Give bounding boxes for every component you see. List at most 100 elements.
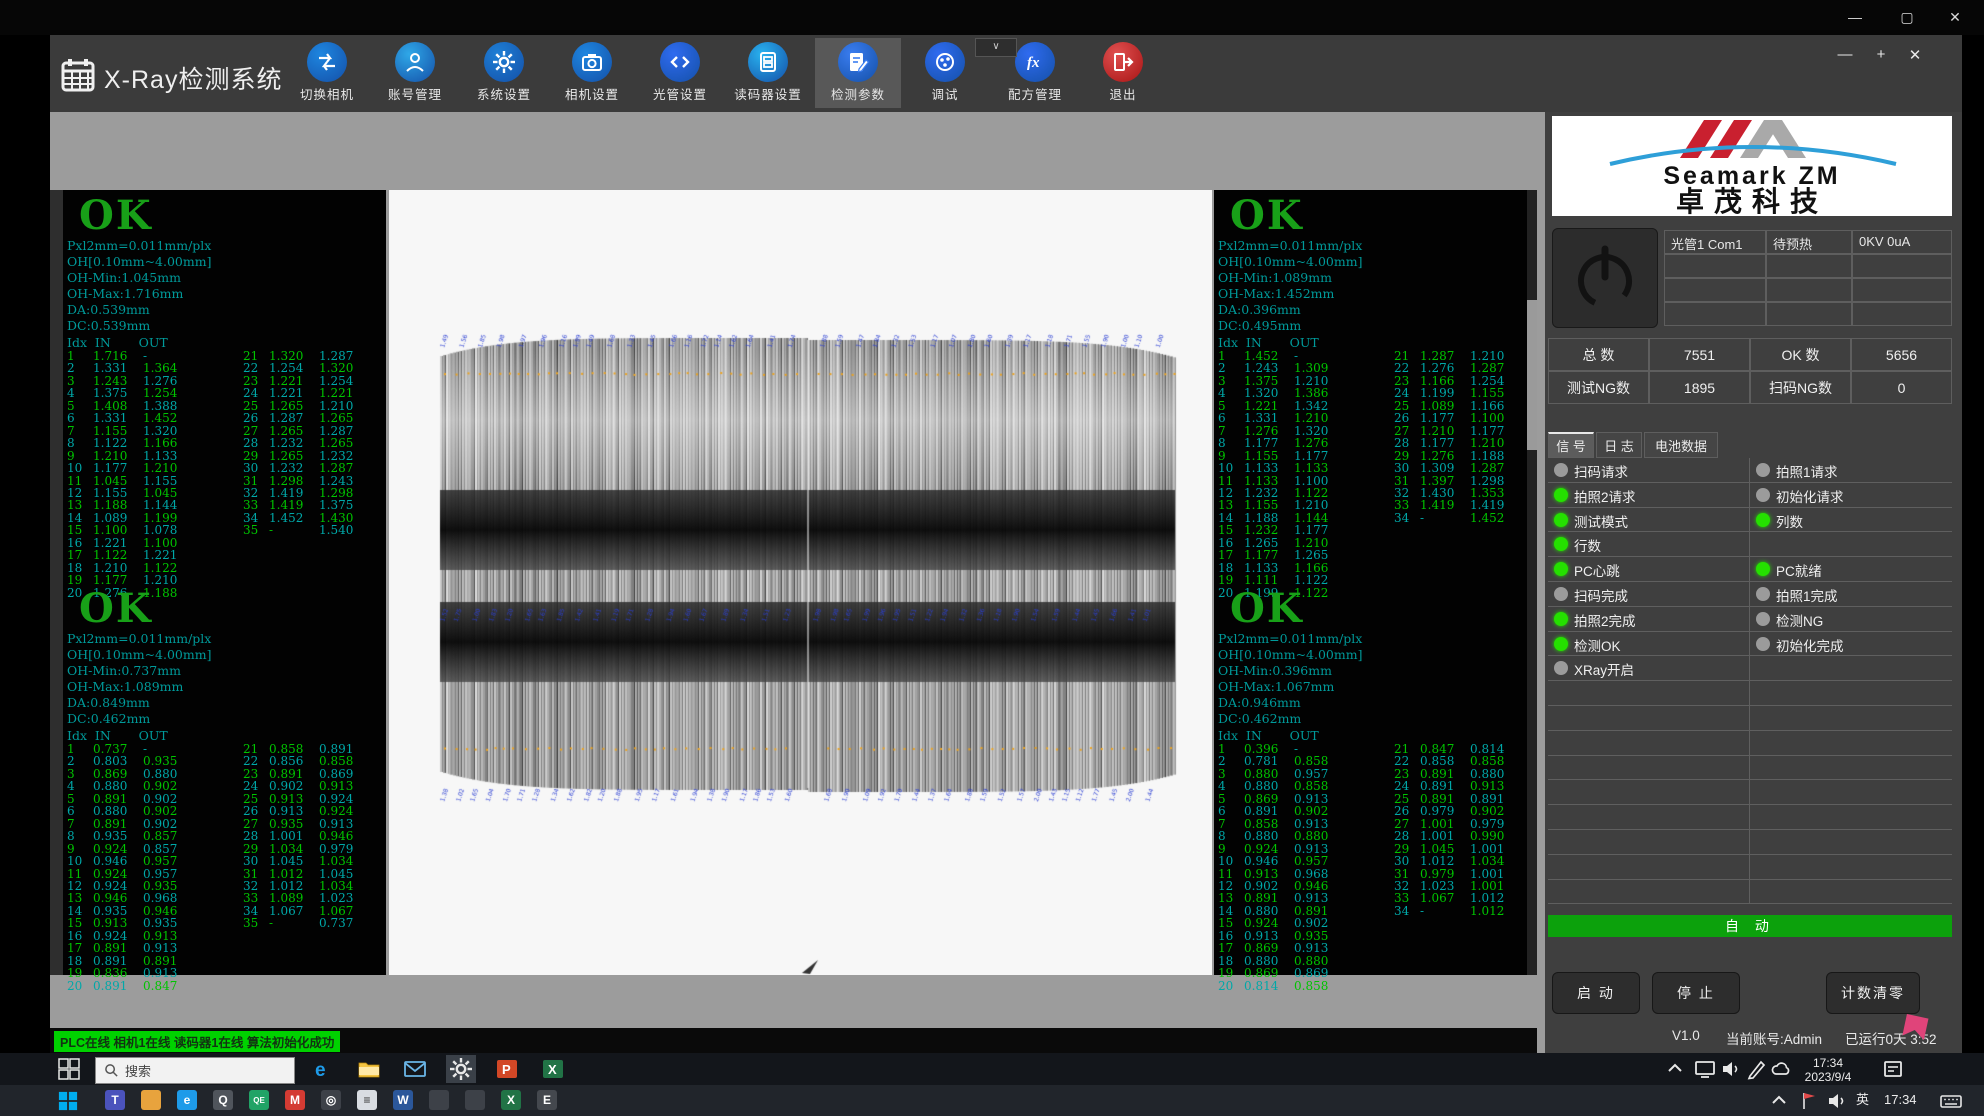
led-indicator-off: [1756, 612, 1770, 626]
app-plus-button[interactable]: +: [1868, 46, 1894, 63]
tray-clock[interactable]: 17:342023/9/4: [1796, 1056, 1860, 1084]
start-button-local[interactable]: [58, 1091, 78, 1116]
taskbar2-icon-settings-2[interactable]: [460, 1086, 490, 1114]
taskbar2-icon-music-app[interactable]: M: [280, 1086, 310, 1114]
signal-label: 列数: [1776, 511, 1803, 531]
switch-camera-icon: [307, 42, 347, 82]
start-button-remote[interactable]: [58, 1058, 80, 1085]
toolbar-button-6[interactable]: 读码器设置: [725, 38, 811, 108]
xray-power-button[interactable]: [1552, 228, 1658, 328]
led-indicator-on: [1554, 488, 1568, 502]
measure-row: 150.9240.902: [1218, 917, 1328, 929]
chevron-down-icon[interactable]: ∨: [975, 38, 1017, 57]
taskbar-icon-powerpoint[interactable]: P: [492, 1055, 522, 1083]
toolbar-button-2[interactable]: 账号管理: [372, 38, 458, 108]
measurement-block-right-bottom: OKPxl2mm=0.011mm/plxOH[0.10mm~4.00mm]OH-…: [1214, 583, 1537, 975]
mode-auto-bar: 自 动: [1548, 915, 1952, 937]
taskbar2-icon-qe-tool[interactable]: QE: [244, 1086, 274, 1114]
taskbar2-icon-notepad[interactable]: ≡: [352, 1086, 382, 1114]
measure-row: 301.0451.034: [243, 855, 353, 867]
measure-row: 331.0891.023: [243, 892, 353, 904]
measure-row: 190.8360.913: [67, 967, 177, 979]
tab-battery-data[interactable]: 电池数据: [1644, 432, 1718, 458]
signal-row: [1548, 756, 1952, 781]
measure-row: 221.2761.287: [1394, 362, 1504, 374]
signal-label: 检测NG: [1776, 610, 1823, 630]
app-minimize-button[interactable]: —: [1832, 46, 1858, 63]
taskbar2-icon-word[interactable]: W: [388, 1086, 418, 1114]
taskbar2-icon-search-dark[interactable]: [424, 1086, 454, 1114]
os-close-button[interactable]: ✕: [1940, 8, 1970, 27]
measure-header-line: Pxl2mm=0.011mm/plx: [67, 238, 211, 253]
signal-label: 拍照2完成: [1574, 610, 1636, 630]
measure-row: 101.1331.133: [1218, 462, 1328, 474]
ime-language-indicator[interactable]: 英: [1856, 1093, 1869, 1107]
measure-row: 170.8910.913: [67, 942, 177, 954]
measure-header-line: Pxl2mm=0.011mm/plx: [1218, 631, 1362, 646]
brand-logo: Seamark ZM 卓茂科技: [1552, 116, 1952, 216]
taskbar-icon-excel[interactable]: X: [538, 1055, 568, 1083]
taskbar2-icon-edge-2[interactable]: e: [172, 1086, 202, 1114]
taskbar2-icon-everything[interactable]: E: [532, 1086, 562, 1114]
signal-label: 扫码请求: [1574, 461, 1628, 481]
led-indicator-off: [1756, 488, 1770, 502]
tray2-time[interactable]: 17:34: [1884, 1093, 1917, 1107]
toolbar-label: 切换相机: [284, 84, 370, 103]
measure-header-line: DC:0.539mm: [67, 318, 150, 333]
os-maximize-button[interactable]: ▢: [1892, 8, 1922, 27]
measure-header-line: OH-Max:1.452mm: [1218, 286, 1334, 301]
tray2-red-flag-icon[interactable]: [1794, 1087, 1824, 1115]
toolbar-button-4[interactable]: 相机设置: [549, 38, 635, 108]
led-indicator-on: [1756, 562, 1770, 576]
app-close-button[interactable]: ✕: [1902, 46, 1928, 64]
signal-row: [1548, 855, 1952, 880]
svg-text:e: e: [315, 1060, 326, 1081]
taskbar-icon-settings[interactable]: [446, 1055, 476, 1083]
taskbar2-icon-teams[interactable]: T: [100, 1086, 130, 1114]
toolbar-button-1[interactable]: 切换相机: [284, 38, 370, 108]
measure-row: 80.8800.880: [1218, 830, 1328, 842]
measure-column-header: Idx IN OUT: [67, 335, 168, 350]
led-indicator-on: [1756, 513, 1770, 527]
measure-header-line: DA:0.539mm: [67, 302, 150, 317]
measure-row: 80.9350.857: [67, 830, 177, 842]
tray2-speaker-icon[interactable]: [1822, 1087, 1852, 1115]
taskbar-icon-edge[interactable]: e: [308, 1055, 338, 1083]
measure-row: 81.1771.276: [1218, 437, 1328, 449]
count-clear-button[interactable]: 计数清零: [1826, 972, 1920, 1014]
brand-line2: 卓茂科技: [1676, 186, 1828, 216]
tray-chevron-up-icon[interactable]: [1660, 1055, 1690, 1083]
taskbar-icon-mail[interactable]: [400, 1055, 430, 1083]
taskbar2-icon-camera-app[interactable]: ◎: [316, 1086, 346, 1114]
search-input[interactable]: 搜索: [95, 1057, 295, 1084]
signal-label: XRay开启: [1574, 659, 1634, 679]
measure-row: 171.1221.221: [67, 549, 177, 561]
taskbar2-icon-folder-app[interactable]: [136, 1086, 166, 1114]
taskbar2-icon-excel-2[interactable]: X: [496, 1086, 526, 1114]
notepad-icon: ≡: [357, 1090, 377, 1110]
keyboard-icon[interactable]: [1936, 1087, 1966, 1115]
tab-log[interactable]: 日 志: [1596, 432, 1642, 458]
measure-row: 150.9130.935: [67, 917, 177, 929]
measure-header-line: OH-Min:1.089mm: [1218, 270, 1332, 285]
toolbar-button-5[interactable]: 光管设置: [637, 38, 723, 108]
toolbar-button-10[interactable]: 退出: [1080, 38, 1166, 108]
tray-cloud-icon[interactable]: [1766, 1055, 1796, 1083]
measure-column-header: Idx IN OUT: [67, 728, 168, 743]
taskbar-icon-file-explorer[interactable]: [354, 1055, 384, 1083]
taskbar2-icon-search-app[interactable]: Q: [208, 1086, 238, 1114]
gear-icon: [484, 42, 524, 82]
stop-button[interactable]: 停 止: [1652, 972, 1740, 1014]
signal-row: 行数: [1548, 532, 1952, 557]
toolbar-button-3[interactable]: 系统设置: [461, 38, 547, 108]
start-button[interactable]: 启 动: [1552, 972, 1640, 1014]
signal-label: PC心跳: [1574, 560, 1620, 580]
tab-signal[interactable]: 信 号: [1548, 432, 1594, 458]
os-minimize-button[interactable]: —: [1840, 8, 1870, 27]
barcode-icon: [748, 42, 788, 82]
svg-text:X: X: [548, 1062, 557, 1077]
action-center-icon[interactable]: [1878, 1055, 1908, 1083]
toolbar-label: 检测参数: [815, 84, 901, 103]
toolbar-button-7[interactable]: 检测参数: [815, 38, 901, 108]
tray2-chevron-up-icon[interactable]: [1764, 1087, 1794, 1115]
